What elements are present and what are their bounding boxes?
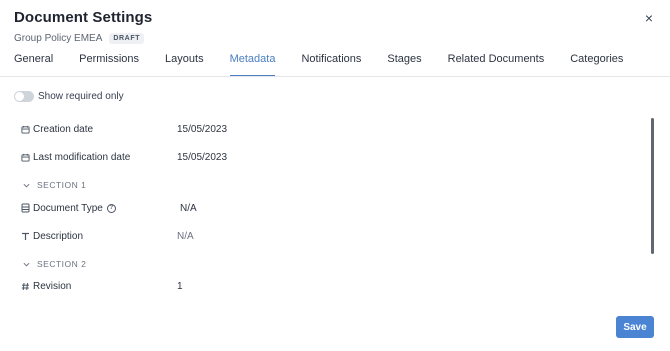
calendar-icon <box>20 124 30 134</box>
status-badge: DRAFT <box>109 33 145 44</box>
chevron-down-icon <box>22 181 30 189</box>
last-modification-date-label: Last modification date <box>33 151 131 163</box>
description-label: Description <box>33 230 84 242</box>
field-creation-date: Creation date 15/05/2023 <box>20 119 227 139</box>
tab-stages[interactable]: Stages <box>387 53 421 76</box>
show-required-label: Show required only <box>38 91 124 102</box>
tab-metadata[interactable]: Metadata <box>229 53 275 77</box>
tabs-divider <box>0 76 670 77</box>
tab-notifications[interactable]: Notifications <box>301 53 361 76</box>
document-type-value[interactable]: N/A <box>180 203 197 214</box>
section-1-header[interactable]: SECTION 1 <box>22 180 86 190</box>
close-icon[interactable]: × <box>642 10 656 26</box>
section-2-label: SECTION 2 <box>37 259 87 269</box>
section-1-label: SECTION 1 <box>37 180 87 190</box>
field-revision: Revision 1 <box>20 276 183 296</box>
tab-categories[interactable]: Categories <box>570 53 623 76</box>
creation-date-value: 15/05/2023 <box>177 123 228 135</box>
tab-permissions[interactable]: Permissions <box>79 53 139 76</box>
calendar-icon <box>20 152 30 162</box>
chevron-down-icon <box>22 260 30 268</box>
dialog-title: Document Settings <box>14 9 153 26</box>
tab-bar: General Permissions Layouts Metadata Not… <box>14 53 670 77</box>
document-name: Group Policy EMEA <box>14 33 103 44</box>
revision-value[interactable]: 1 <box>177 281 183 292</box>
tab-layouts[interactable]: Layouts <box>165 53 204 76</box>
tab-related-documents[interactable]: Related Documents <box>448 53 545 76</box>
document-type-label: Document Type <box>33 202 103 214</box>
field-description: Description N/A <box>20 226 194 246</box>
description-value[interactable]: N/A <box>177 231 194 242</box>
list-icon <box>20 203 30 213</box>
field-last-modification-date: Last modification date 15/05/2023 <box>20 147 227 167</box>
save-button[interactable]: Save <box>616 316 654 338</box>
tab-general[interactable]: General <box>14 53 53 76</box>
show-required-toggle-row: Show required only <box>14 91 124 102</box>
dialog-header: Document Settings Group Policy EMEA DRAF… <box>14 9 656 44</box>
section-2-header[interactable]: SECTION 2 <box>22 259 86 269</box>
field-document-type: Document Type ? N/A <box>20 198 197 218</box>
last-modification-date-value: 15/05/2023 <box>177 151 228 163</box>
help-icon[interactable]: ? <box>106 203 116 213</box>
hash-icon <box>20 281 30 291</box>
subtitle-row: Group Policy EMEA DRAFT <box>14 33 656 44</box>
vertical-scrollbar[interactable] <box>651 118 654 254</box>
revision-label: Revision <box>33 280 72 292</box>
text-icon <box>20 231 30 241</box>
creation-date-label: Creation date <box>33 123 94 135</box>
show-required-toggle[interactable] <box>14 91 34 102</box>
